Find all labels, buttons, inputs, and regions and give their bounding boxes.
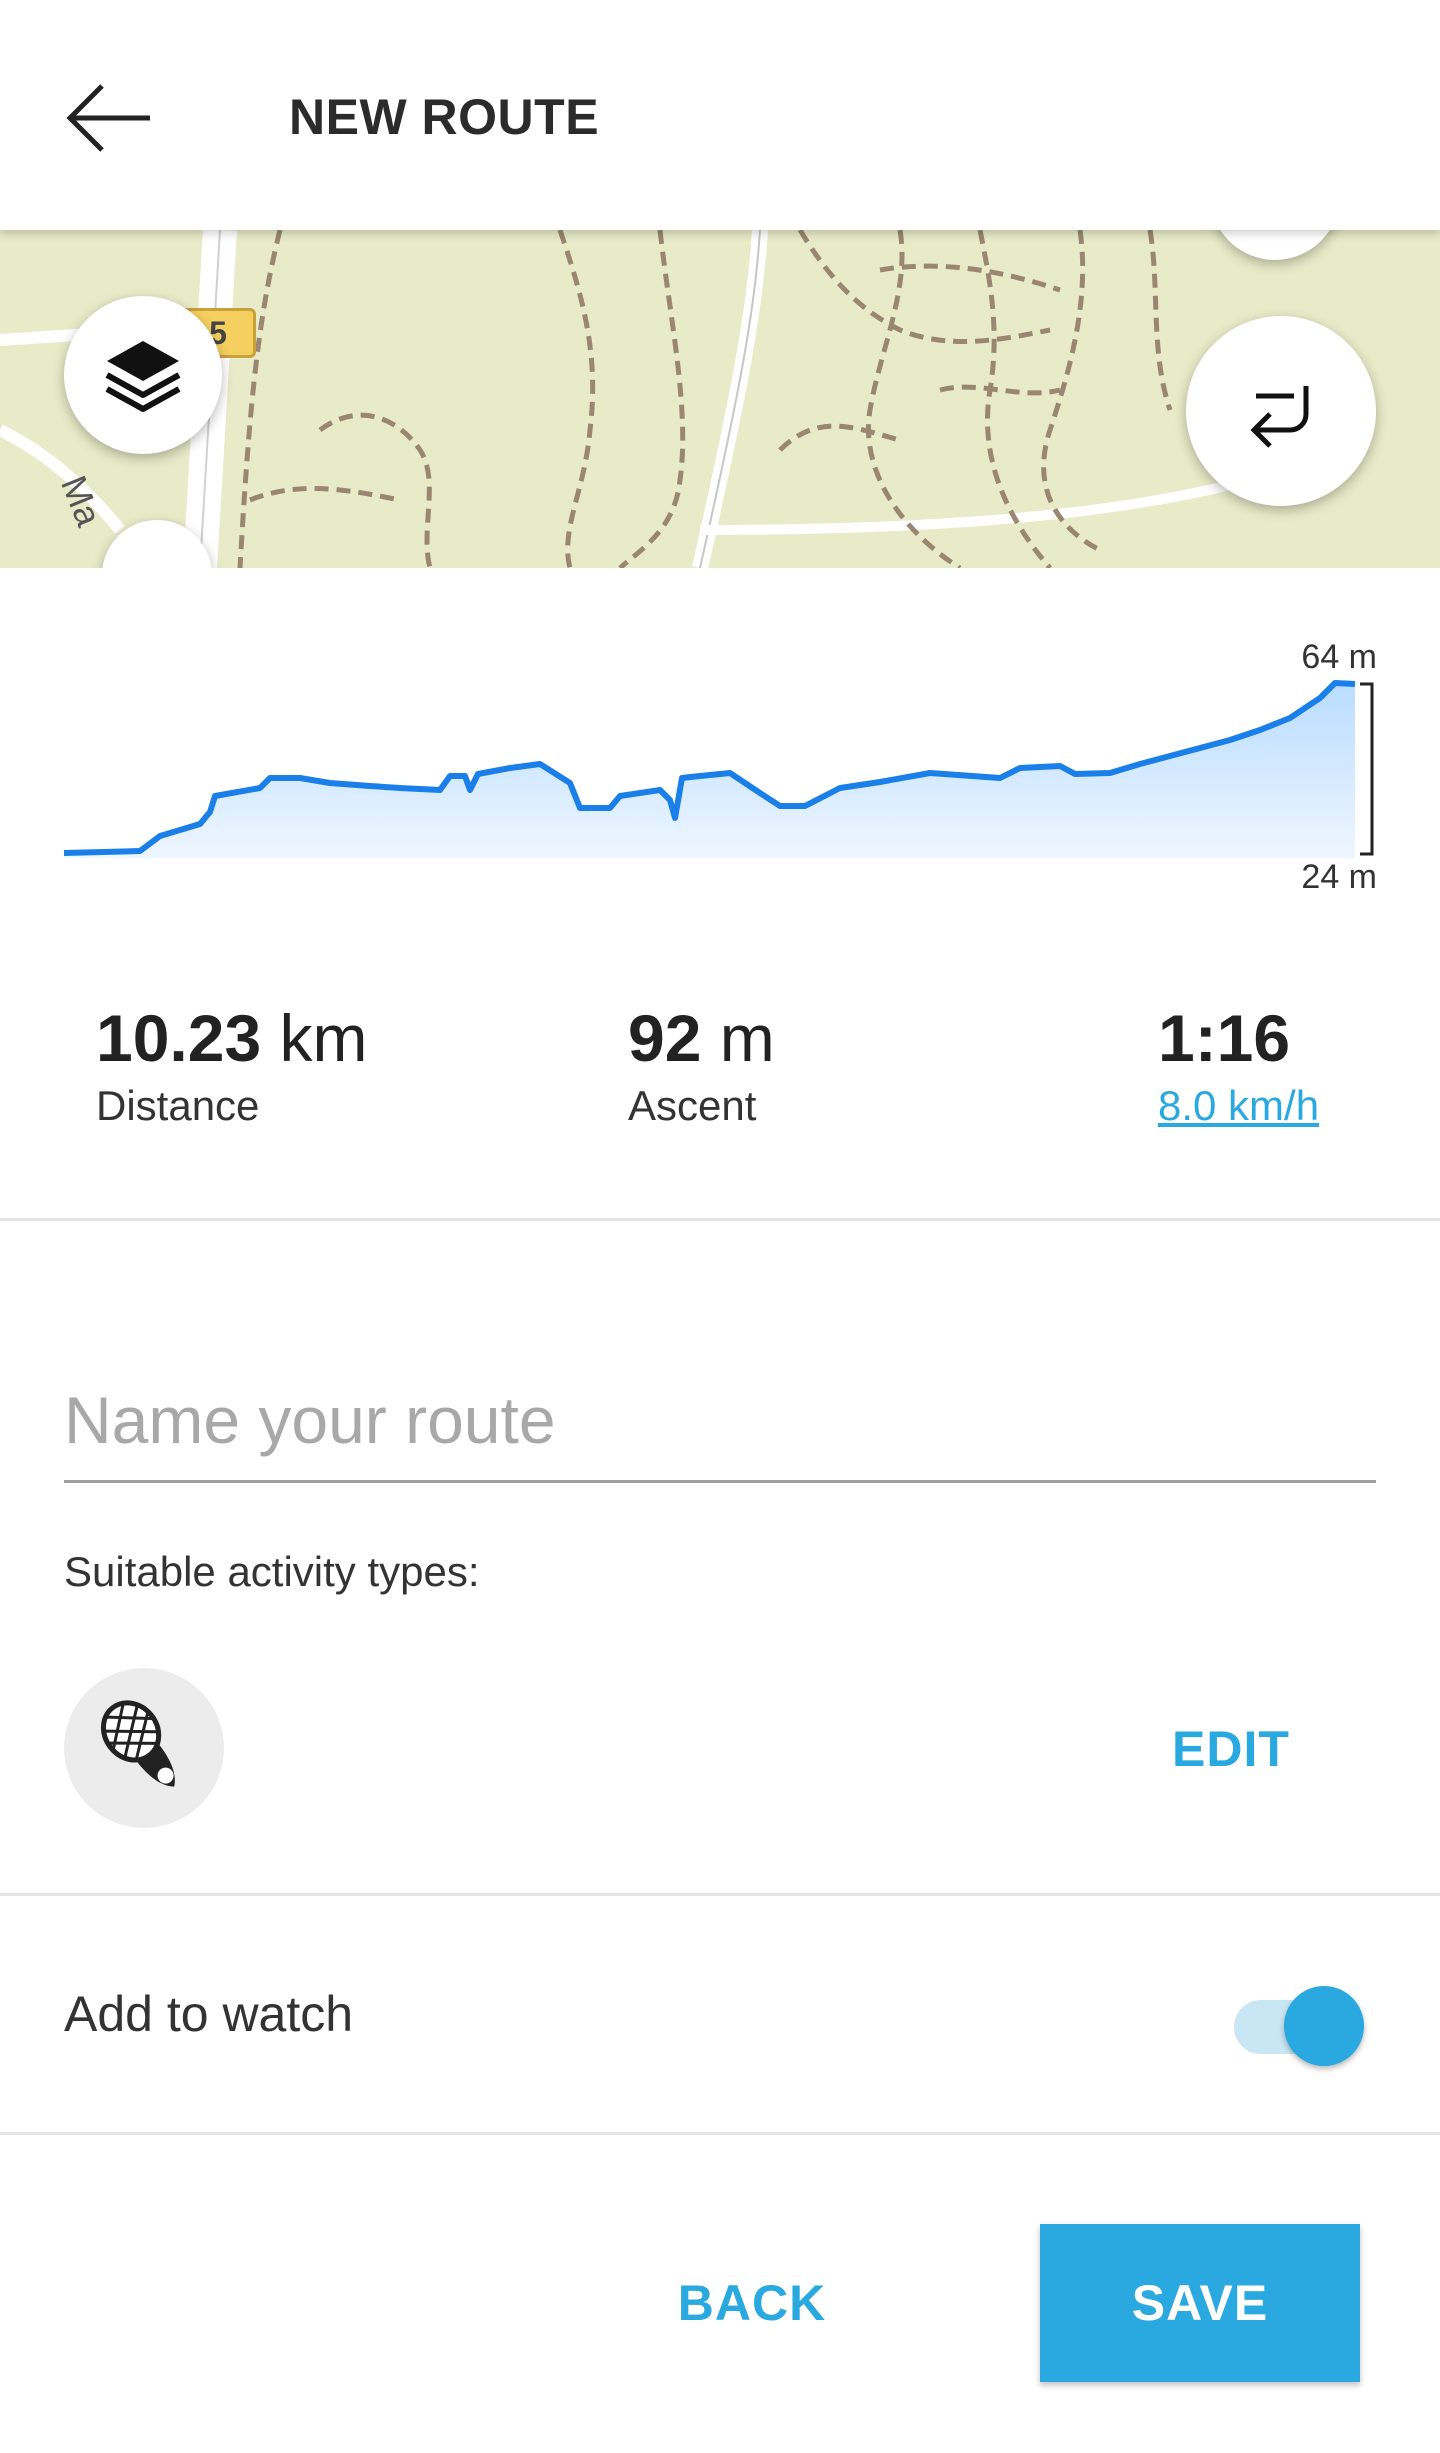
activity-types-label: Suitable activity types: [64, 1548, 480, 1595]
divider [0, 2132, 1440, 2135]
back-button[interactable]: BACK [642, 2238, 862, 2368]
edit-activity-button[interactable]: EDIT [1172, 1720, 1290, 1778]
layers-icon [105, 341, 181, 412]
distance-stat: 10.23 km Distance [96, 1000, 368, 1130]
distance-label: Distance [96, 1082, 260, 1129]
duration-stat: 1:16 8.0 km/h [1158, 1000, 1319, 1130]
arrow-left-icon[interactable] [62, 78, 172, 158]
app-bar: NEW ROUTE [0, 0, 1440, 230]
ascent-value: 92 [628, 1001, 702, 1075]
route-stats: 10.23 km Distance 92 m Ascent 1:16 8.0 k… [0, 1000, 1440, 1160]
ascent-unit: m [701, 1001, 775, 1075]
reverse-route-button[interactable] [1186, 316, 1376, 506]
distance-unit: km [261, 1001, 368, 1075]
speed-link[interactable]: 8.0 km/h [1158, 1082, 1319, 1130]
route-name-input[interactable] [64, 1360, 1376, 1483]
elevation-area [64, 683, 1355, 858]
divider [0, 1893, 1440, 1896]
page-title: NEW ROUTE [289, 89, 600, 145]
duration-value: 1:16 [1158, 1001, 1291, 1075]
route-map[interactable]: 5 Ma [0, 230, 1440, 568]
elevation-range-bracket [1360, 682, 1374, 856]
add-to-watch-toggle[interactable] [1230, 1976, 1366, 2066]
save-button[interactable]: SAVE [1040, 2224, 1360, 2382]
map-layers-button[interactable] [64, 296, 222, 454]
toggle-knob [1284, 1986, 1364, 2066]
divider [0, 1218, 1440, 1221]
distance-value: 10.23 [96, 1001, 262, 1075]
activity-type-chip [64, 1668, 224, 1828]
ascent-stat: 92 m Ascent [628, 1000, 775, 1130]
elevation-max-label: 64 m [1301, 638, 1377, 676]
add-to-watch-label: Add to watch [64, 1986, 354, 2042]
ascent-label: Ascent [628, 1082, 757, 1129]
reverse-route-icon [1250, 386, 1309, 448]
elevation-chart [63, 680, 1374, 858]
running-shoe-icon [100, 1700, 175, 1787]
elevation-profile: 64 m 24 m [0, 568, 1440, 928]
elevation-min-label: 24 m [1301, 858, 1377, 896]
